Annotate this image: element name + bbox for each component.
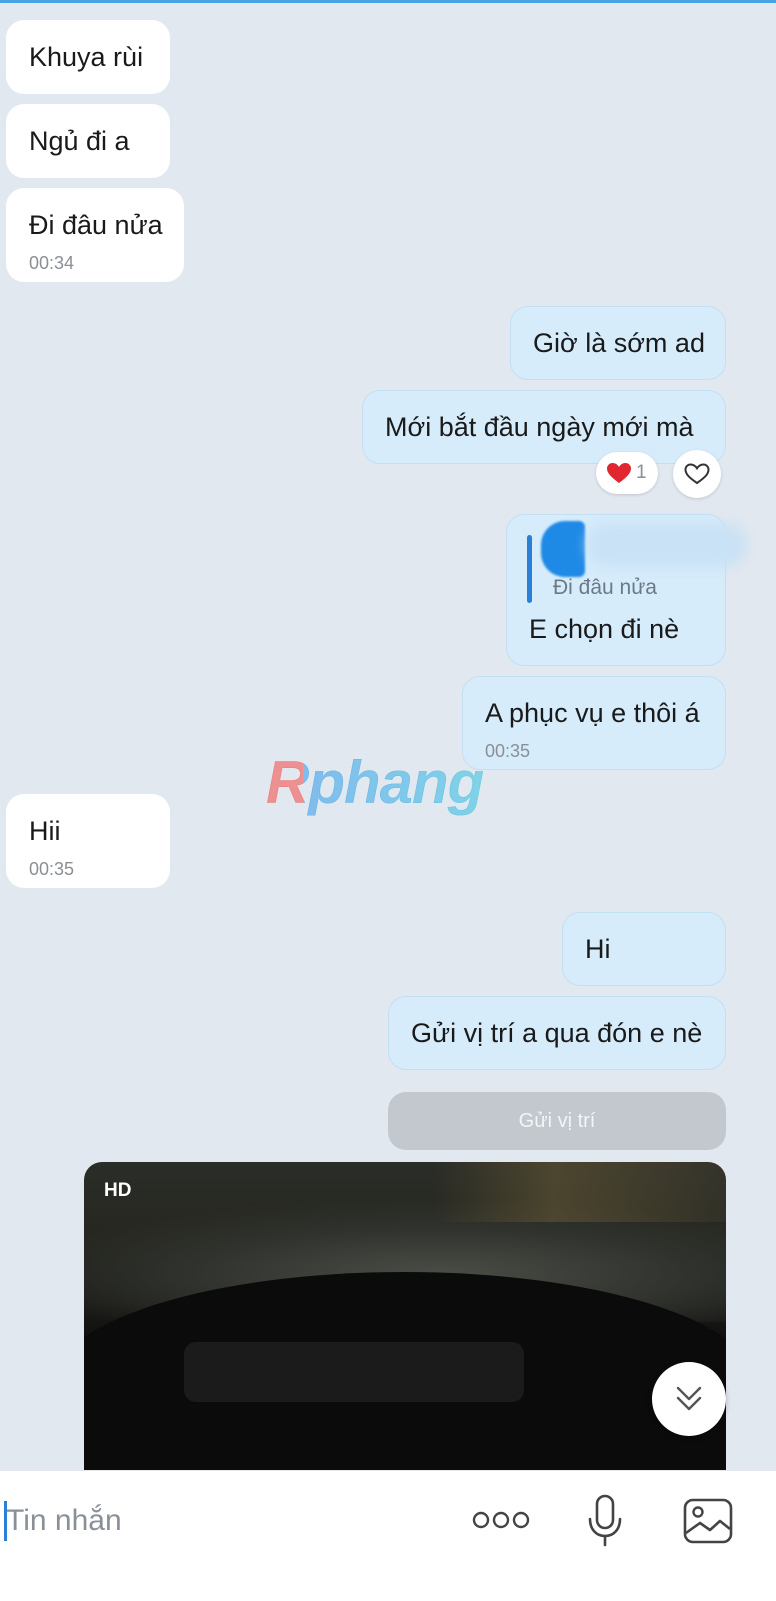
incoming-message[interactable]: Đi đâu nửa 00:34 — [6, 188, 184, 282]
video-scene — [184, 1342, 524, 1402]
reply-message[interactable]: Đi đâu nửa E chọn đi nè — [506, 514, 747, 666]
message-text: Giờ là sớm ad — [533, 328, 705, 358]
message-text: Mới bắt đầu ngày mới mà — [385, 412, 694, 442]
message-text: A phục vụ e thôi á — [485, 698, 700, 728]
outgoing-message[interactable]: A phục vụ e thôi á 00:35 — [462, 676, 726, 770]
message-text: Gửi vị trí a qua đón e nè — [411, 1018, 703, 1048]
send-location-button[interactable]: Gửi vị trí — [388, 1092, 726, 1150]
like-button[interactable] — [673, 450, 721, 498]
message-time: 00:34 — [29, 253, 75, 273]
chevron-double-down-icon — [676, 1386, 702, 1411]
top-accent-line — [0, 0, 776, 3]
composer-bar — [0, 1470, 776, 1601]
reaction-badge[interactable]: 1 — [596, 452, 658, 494]
hd-badge: HD — [104, 1180, 132, 1201]
microphone-icon[interactable] — [586, 1493, 624, 1549]
outgoing-message[interactable]: Gửi vị trí a qua đón e nè — [388, 996, 726, 1070]
video-scene — [434, 1162, 726, 1222]
message-text: Hi — [585, 934, 611, 964]
message-time: 00:35 — [485, 741, 531, 761]
message-text: Đi đâu nửa — [29, 210, 163, 240]
message-text: Ngủ đi a — [29, 126, 130, 156]
message-text: E chọn đi nè — [529, 614, 680, 644]
incoming-message[interactable]: Hii 00:35 — [6, 794, 170, 888]
image-icon[interactable] — [682, 1497, 734, 1545]
message-text: Hii — [29, 816, 61, 846]
scroll-to-bottom-button[interactable] — [652, 1362, 726, 1436]
watermark-logo: Rphang — [266, 749, 484, 816]
message-time: 00:35 — [29, 859, 75, 879]
reaction-count: 1 — [636, 462, 647, 483]
outgoing-message[interactable]: Hi — [562, 912, 726, 986]
video-message[interactable]: HD — [84, 1162, 726, 1472]
quoted-text: Đi đâu nửa — [553, 576, 657, 599]
heart-icon — [607, 463, 631, 483]
outgoing-message[interactable]: Mới bắt đầu ngày mới mà — [362, 390, 726, 464]
message-input[interactable] — [6, 1499, 446, 1543]
outgoing-message[interactable]: Giờ là sớm ad — [510, 306, 726, 380]
quote-bar — [527, 535, 532, 603]
blurred-avatar — [541, 521, 585, 577]
incoming-message[interactable]: Khuya rùi — [6, 20, 170, 94]
blurred-name — [587, 523, 747, 567]
message-text: Khuya rùi — [29, 42, 144, 72]
heart-outline-icon — [684, 463, 710, 485]
incoming-message[interactable]: Ngủ đi a — [6, 104, 170, 178]
more-dots-icon[interactable] — [472, 1509, 530, 1531]
